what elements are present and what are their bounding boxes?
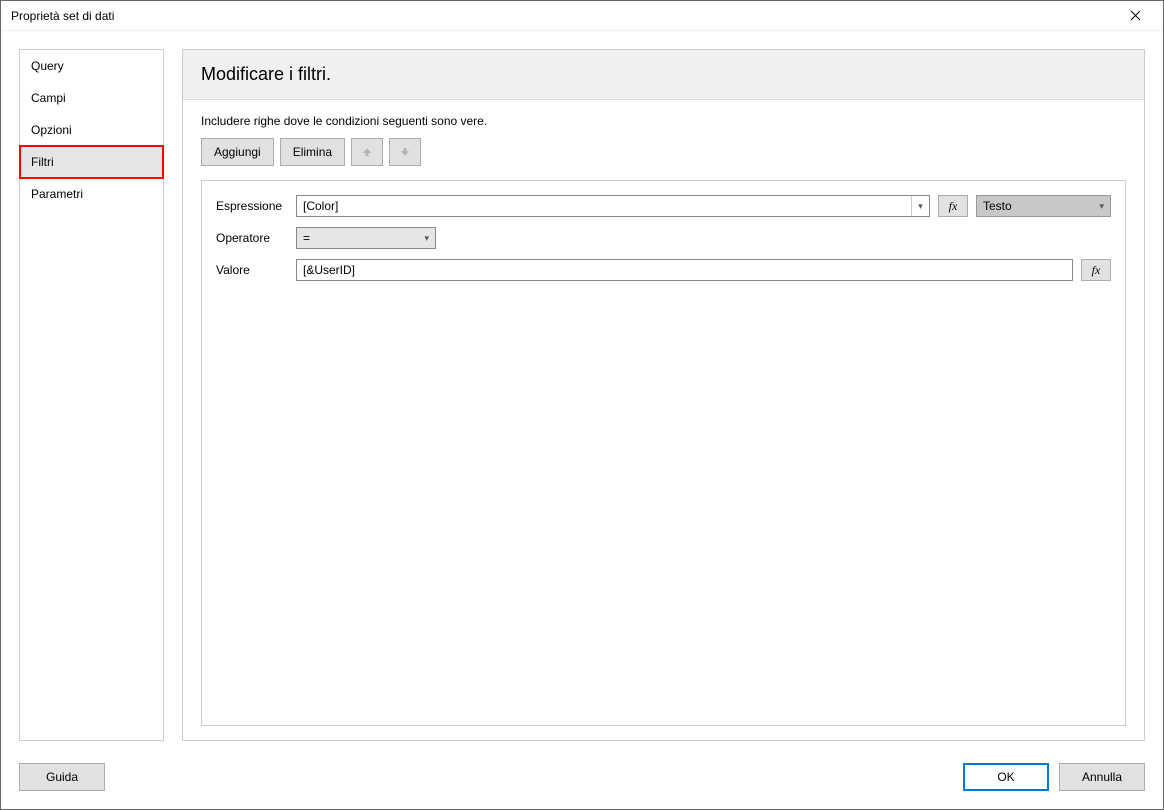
expression-label: Espressione	[216, 199, 288, 213]
value-row: Valore fx	[216, 259, 1111, 281]
ok-button[interactable]: OK	[963, 763, 1049, 791]
main-content: Includere righe dove le condizioni segue…	[183, 100, 1144, 740]
close-icon	[1130, 10, 1141, 21]
sidebar-item-campi[interactable]: Campi	[20, 82, 163, 114]
chevron-down-icon: ▾	[918, 201, 923, 212]
expression-dropdown-button[interactable]: ▾	[911, 196, 929, 216]
sidebar-item-parametri[interactable]: Parametri	[20, 178, 163, 210]
value-fx-button[interactable]: fx	[1081, 259, 1111, 281]
operator-row: Operatore = ▾	[216, 227, 1111, 249]
operator-value: =	[303, 231, 310, 245]
delete-button[interactable]: Elimina	[280, 138, 345, 166]
page-title: Modificare i filtri.	[201, 64, 1126, 85]
sidebar-item-opzioni[interactable]: Opzioni	[20, 114, 163, 146]
chevron-down-icon: ▾	[424, 233, 429, 244]
instruction-text: Includere righe dove le condizioni segue…	[201, 114, 1126, 128]
filter-form-panel: Espressione [Color] ▾ fx Testo ▾ Operato…	[201, 180, 1126, 726]
main-panel: Modificare i filtri. Includere righe dov…	[182, 49, 1145, 741]
operator-select[interactable]: = ▾	[296, 227, 436, 249]
expression-fx-button[interactable]: fx	[938, 195, 968, 217]
chevron-down-icon: ▾	[1099, 201, 1104, 212]
dialog-window: Proprietà set di dati Query Campi Opzion…	[0, 0, 1164, 810]
value-label: Valore	[216, 263, 288, 277]
main-header: Modificare i filtri.	[183, 50, 1144, 100]
arrow-down-icon	[399, 146, 411, 158]
sidebar-item-filtri[interactable]: Filtri	[20, 146, 163, 178]
help-button[interactable]: Guida	[19, 763, 105, 791]
titlebar: Proprietà set di dati	[1, 1, 1163, 31]
dialog-footer: Guida OK Annulla	[1, 759, 1163, 809]
add-button[interactable]: Aggiungi	[201, 138, 274, 166]
expression-combo[interactable]: [Color] ▾	[296, 195, 930, 217]
dialog-body: Query Campi Opzioni Filtri Parametri Mod…	[1, 31, 1163, 759]
move-down-button[interactable]	[389, 138, 421, 166]
arrow-up-icon	[361, 146, 373, 158]
move-up-button[interactable]	[351, 138, 383, 166]
footer-right: OK Annulla	[963, 763, 1145, 791]
filter-toolbar: Aggiungi Elimina	[201, 138, 1126, 166]
expression-value: [Color]	[303, 199, 338, 213]
type-select[interactable]: Testo ▾	[976, 195, 1111, 217]
cancel-button[interactable]: Annulla	[1059, 763, 1145, 791]
close-button[interactable]	[1115, 2, 1155, 30]
sidebar: Query Campi Opzioni Filtri Parametri	[19, 49, 164, 741]
value-input[interactable]	[296, 259, 1073, 281]
sidebar-item-query[interactable]: Query	[20, 50, 163, 82]
operator-label: Operatore	[216, 231, 288, 245]
expression-row: Espressione [Color] ▾ fx Testo ▾	[216, 195, 1111, 217]
type-value: Testo	[983, 199, 1012, 213]
window-title: Proprietà set di dati	[11, 9, 114, 23]
